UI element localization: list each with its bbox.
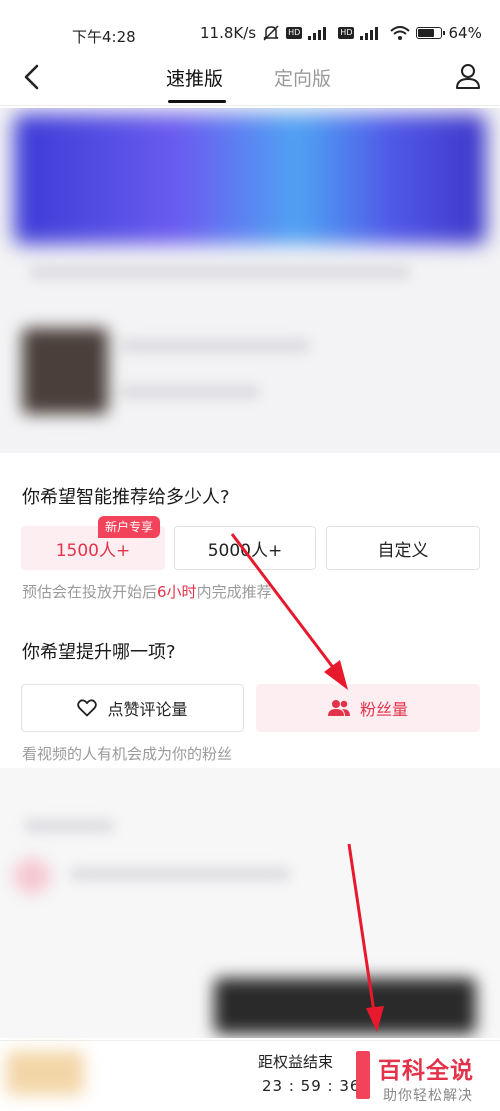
audience-option-5000[interactable]: 5000人+ xyxy=(174,526,316,570)
new-user-badge: 新户专享 xyxy=(98,516,161,538)
battery-percent: 64% xyxy=(448,24,482,42)
status-bar: 下午4:28 11.8K/s HD HD 64% xyxy=(0,0,500,48)
signal-icon xyxy=(360,27,379,40)
back-icon[interactable] xyxy=(18,62,48,92)
user-icon[interactable] xyxy=(452,60,484,92)
app-screen: 下午4:28 11.8K/s HD HD 64% 速推版 定向版 你希望智能推荐… xyxy=(0,0,500,1111)
boost-option-likes[interactable]: 点赞评论量 xyxy=(21,684,244,732)
watermark-subtitle: 助你轻松解决 xyxy=(383,1088,473,1104)
blurred-text xyxy=(30,266,410,278)
users-icon xyxy=(327,700,350,716)
tab-quick-boost[interactable]: 速推版 xyxy=(166,64,223,91)
blurred-button xyxy=(214,978,476,1034)
top-nav: 速推版 定向版 xyxy=(0,52,500,106)
boost-hint: 看视频的人有机会成为你的粉丝 xyxy=(22,745,233,763)
status-time: 下午4:28 xyxy=(72,28,136,46)
signal-icon xyxy=(308,27,327,40)
video-thumbnail xyxy=(22,328,108,414)
countdown-timer: 23 : 59 : 36 xyxy=(262,1077,361,1095)
countdown-label: 距权益结束 xyxy=(258,1053,334,1071)
battery-icon xyxy=(416,27,446,39)
status-indicators: 11.8K/s HD HD 64% xyxy=(200,24,482,42)
wifi-icon xyxy=(390,26,411,40)
boost-option-followers[interactable]: 粉丝量 xyxy=(256,684,480,732)
boost-likes-label: 点赞评论量 xyxy=(107,700,188,719)
hd-badge: HD xyxy=(338,27,355,39)
boost-followers-label: 粉丝量 xyxy=(359,700,408,719)
mute-icon xyxy=(263,25,279,41)
tab-underline xyxy=(168,100,226,103)
audience-title: 你希望智能推荐给多少人? xyxy=(22,487,230,508)
blurred-icon xyxy=(14,858,50,894)
blurred-text xyxy=(70,868,290,880)
hint-duration: 6小时 xyxy=(157,583,197,601)
blurred-text xyxy=(120,340,310,352)
blurred-text xyxy=(120,386,260,398)
hint-prefix: 预估会在投放开始后 xyxy=(22,583,158,601)
boost-title: 你希望提升哪一项? xyxy=(22,642,176,663)
tab-targeted[interactable]: 定向版 xyxy=(274,64,331,91)
watermark-title: 百科全说 xyxy=(378,1058,474,1084)
network-speed: 11.8K/s xyxy=(200,24,257,42)
blurred-section xyxy=(0,768,500,1038)
blurred-text xyxy=(24,820,114,832)
blurred-price xyxy=(6,1051,84,1095)
audience-hint: 预估会在投放开始后6小时内完成推荐 xyxy=(22,581,272,602)
audience-option-custom[interactable]: 自定义 xyxy=(326,526,480,570)
hd-badge: HD xyxy=(286,27,303,39)
bottom-bar: 距权益结束 23 : 59 : 36 百科全说 助你轻松解决 xyxy=(0,1040,500,1111)
pay-button[interactable] xyxy=(356,1051,370,1099)
banner-image xyxy=(14,114,486,244)
heart-icon xyxy=(77,699,98,717)
hint-suffix: 内完成推荐 xyxy=(196,583,272,601)
battery-level xyxy=(418,29,434,37)
video-preview-blurred xyxy=(0,108,500,453)
